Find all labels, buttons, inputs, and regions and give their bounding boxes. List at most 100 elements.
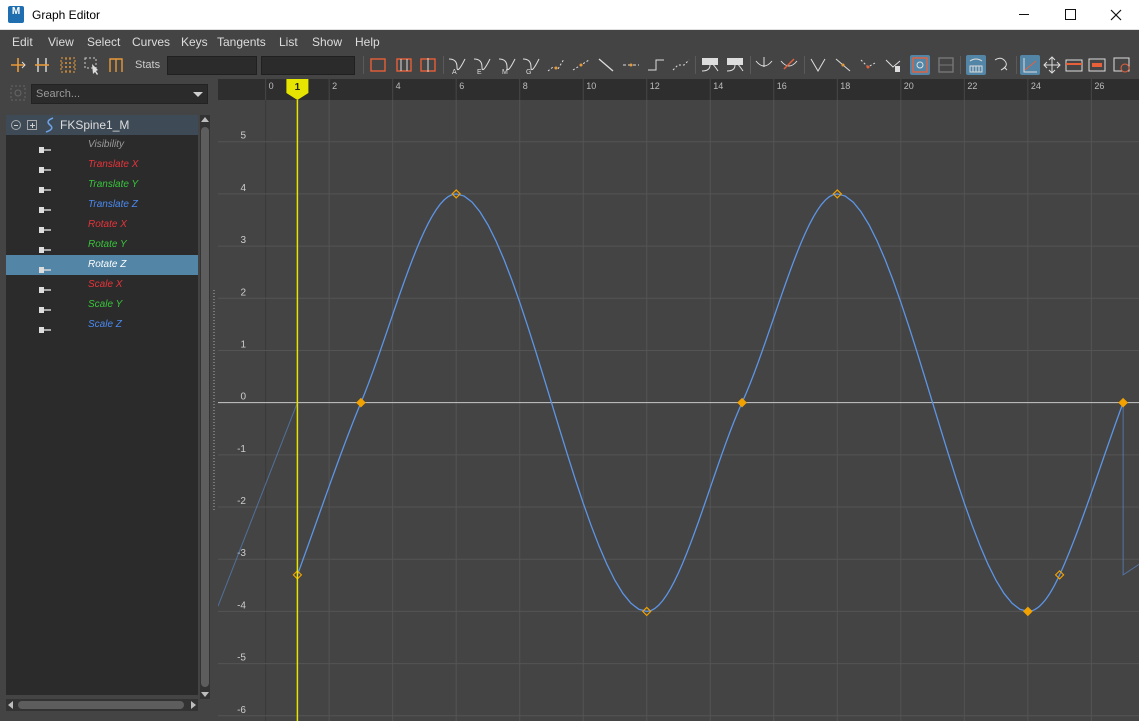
insert-key-icon[interactable] xyxy=(32,55,52,75)
stats-label: Stats xyxy=(135,59,161,71)
attribute-row-rotate-z[interactable]: Rotate Z xyxy=(6,255,198,275)
isolate-curve-icon[interactable] xyxy=(991,55,1011,75)
scroll-down-arrow-icon[interactable] xyxy=(201,692,209,697)
free-tangent-weight-icon[interactable] xyxy=(671,55,691,75)
normalize-icon[interactable] xyxy=(883,55,903,75)
flat-tangent-icon[interactable] xyxy=(546,55,566,75)
menu-help[interactable]: Help xyxy=(355,35,380,49)
attribute-row-scale-x[interactable]: Scale X xyxy=(6,275,198,295)
svg-text:M: M xyxy=(502,69,508,75)
expand-icon[interactable] xyxy=(27,120,37,130)
x-tick-label: 26 xyxy=(1094,81,1104,91)
svg-text:A: A xyxy=(452,69,457,75)
curve-graph[interactable]: 5 4 3 2 1 0 -1 -2 -3 -4 -5 -6 0 2 4 6 8 10 12 14 16 18 20 22 24 2… xyxy=(218,79,1139,721)
attribute-row-translate-y[interactable]: Translate Y xyxy=(6,175,198,195)
search-box xyxy=(31,84,208,104)
menu-edit[interactable]: Edit xyxy=(12,35,33,49)
menu-show[interactable]: Show xyxy=(312,35,342,49)
graph-view[interactable]: 5 4 3 2 1 0 -1 -2 -3 -4 -5 -6 0 2 4 6 8 10 12 14 16 18 20 22 24 2… xyxy=(218,79,1139,721)
step-tangent-icon[interactable] xyxy=(571,55,591,75)
chevron-down-icon[interactable] xyxy=(193,92,203,97)
lock-tangent-weight-icon[interactable] xyxy=(700,55,720,75)
x-tick-label: 4 xyxy=(396,81,401,91)
attribute-channel-icon xyxy=(39,221,51,233)
attribute-row-translate-x[interactable]: Translate X xyxy=(6,155,198,175)
maximize-button[interactable] xyxy=(1047,0,1093,30)
scroll-right-arrow-icon[interactable] xyxy=(191,701,196,709)
move-key-icon[interactable] xyxy=(8,55,28,75)
menu-curves[interactable]: Curves xyxy=(132,35,170,49)
scroll-up-arrow-icon[interactable] xyxy=(201,117,209,122)
svg-text:G: G xyxy=(526,69,531,75)
scroll-thumb[interactable] xyxy=(201,127,209,687)
search-input[interactable] xyxy=(36,86,186,102)
post-infinity-cycle-icon[interactable] xyxy=(808,55,828,75)
graph-editor-window: M Graph Editor Edit View Select Curves K… xyxy=(0,0,1139,721)
attribute-row-visibility[interactable]: Visibility xyxy=(6,135,198,155)
unify-tangents-icon[interactable] xyxy=(646,55,666,75)
window-title: Graph Editor xyxy=(32,8,101,22)
dope-sheet-icon[interactable] xyxy=(1064,55,1084,75)
region-select-icon[interactable] xyxy=(82,55,102,75)
swap-buffer-curves-icon[interactable] xyxy=(858,55,878,75)
stacked-view-icon[interactable] xyxy=(936,55,956,75)
time-snap-icon[interactable] xyxy=(1020,55,1040,75)
lattice-deform-icon[interactable] xyxy=(58,55,78,75)
x-tick-label: 6 xyxy=(459,81,464,91)
outliner-filter-icon[interactable] xyxy=(10,85,26,101)
buffer-curve-snapshot-icon[interactable] xyxy=(833,55,853,75)
time-editor-icon[interactable] xyxy=(1087,55,1107,75)
break-tangents-icon[interactable] xyxy=(621,55,641,75)
tree-root-node[interactable]: FKSpine1_M xyxy=(6,115,198,135)
collapse-icon[interactable] xyxy=(11,120,21,130)
retime-icon[interactable] xyxy=(106,55,126,75)
menu-tangents[interactable]: Tangents xyxy=(217,35,266,49)
x-tick-label: 16 xyxy=(777,81,787,91)
curve-settings-icon[interactable] xyxy=(1112,55,1132,75)
scroll-thumb-horizontal[interactable] xyxy=(18,701,184,709)
auto-load-icon[interactable] xyxy=(725,55,745,75)
spline-tangent-icon[interactable]: E xyxy=(472,55,492,75)
scroll-left-arrow-icon[interactable] xyxy=(8,701,13,709)
frame-playback-icon[interactable] xyxy=(394,55,414,75)
attribute-row-rotate-y[interactable]: Rotate Y xyxy=(6,235,198,255)
menu-list[interactable]: List xyxy=(279,35,298,49)
plateau-tangent-icon[interactable] xyxy=(596,55,616,75)
attribute-row-translate-z[interactable]: Translate Z xyxy=(6,195,198,215)
y-tick-label: 3 xyxy=(240,235,246,246)
y-tick-label: -4 xyxy=(237,600,246,611)
pre-infinity-cycle-icon[interactable] xyxy=(779,55,799,75)
menu-view[interactable]: View xyxy=(48,35,74,49)
value-snap-icon[interactable] xyxy=(1042,55,1062,75)
frame-all-icon[interactable] xyxy=(368,55,388,75)
denormalize-icon[interactable] xyxy=(910,55,930,75)
menu-keys[interactable]: Keys xyxy=(181,35,208,49)
menu-select[interactable]: Select xyxy=(87,35,120,49)
attribute-channel-icon xyxy=(39,301,51,313)
attribute-label: Translate Z xyxy=(88,199,138,210)
curve-outliner: FKSpine1_M Visibility Translate X Translat… xyxy=(0,80,215,721)
graph-canvas[interactable]: 543210-1-2-3-4-5-60 2 4 6 8 10 12 14 16 18 20 22 24 2… xyxy=(218,79,1139,721)
maya-app-icon: M xyxy=(8,6,24,23)
close-button[interactable] xyxy=(1093,0,1139,30)
x-tick-label: 22 xyxy=(967,81,977,91)
stats-field-time[interactable] xyxy=(167,56,257,75)
auto-tangent-icon[interactable]: A xyxy=(447,55,467,75)
attribute-row-scale-z[interactable]: Scale Z xyxy=(6,315,198,335)
panel-splitter[interactable] xyxy=(213,290,215,510)
attribute-row-rotate-x[interactable]: Rotate X xyxy=(6,215,198,235)
attribute-tree: FKSpine1_M Visibility Translate X Translat… xyxy=(6,115,198,695)
attribute-channel-icon xyxy=(39,281,51,293)
attribute-label: Translate X xyxy=(88,159,139,170)
attribute-row-scale-y[interactable]: Scale Y xyxy=(6,295,198,315)
center-current-time-icon[interactable] xyxy=(418,55,438,75)
stats-field-value[interactable] xyxy=(261,56,355,75)
toolbar-separator xyxy=(804,56,805,74)
vertical-scrollbar[interactable] xyxy=(200,115,210,699)
minimize-button[interactable] xyxy=(1001,0,1047,30)
clamped-tangent-icon[interactable]: M xyxy=(497,55,517,75)
linear-tangent-icon[interactable]: G xyxy=(521,55,541,75)
horizontal-scrollbar[interactable] xyxy=(6,699,198,711)
load-selected-icon[interactable] xyxy=(754,55,774,75)
absolute-view-icon[interactable] xyxy=(966,55,986,75)
